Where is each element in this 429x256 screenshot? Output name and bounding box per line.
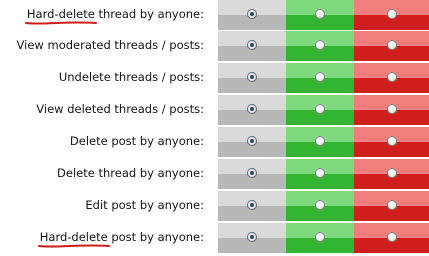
permission-row: Delete thread by anyone: xyxy=(0,159,429,189)
neutral-cell xyxy=(218,127,286,157)
neutral-radio[interactable] xyxy=(247,232,257,242)
deny-cell xyxy=(354,159,429,189)
allow-radio[interactable] xyxy=(315,136,325,146)
deny-cell xyxy=(354,127,429,157)
neutral-cell xyxy=(218,159,286,189)
deny-cell xyxy=(354,95,429,125)
allow-radio[interactable] xyxy=(315,232,325,242)
neutral-radio[interactable] xyxy=(247,40,257,50)
allow-radio[interactable] xyxy=(315,168,325,178)
deny-radio[interactable] xyxy=(386,136,397,146)
red-underline-annotation xyxy=(24,21,97,25)
permission-row: Hard-delete thread by anyone: xyxy=(0,0,429,30)
permission-text: Delete post by anyone: xyxy=(69,134,204,148)
permissions-grid: Hard-delete thread by anyone: View modera… xyxy=(0,0,429,256)
permission-label: Hard-delete thread by anyone: xyxy=(0,0,218,29)
neutral-radio[interactable] xyxy=(247,72,257,82)
allow-cell xyxy=(286,0,354,30)
permission-text: post by anyone: xyxy=(107,230,204,244)
allow-radio[interactable] xyxy=(315,9,325,19)
allow-cell xyxy=(286,223,354,253)
neutral-radio[interactable] xyxy=(247,9,257,19)
deny-cell xyxy=(354,63,429,93)
deny-radio[interactable] xyxy=(386,40,397,50)
permission-label: View deleted threads / posts: xyxy=(0,94,218,124)
deny-cell xyxy=(354,31,429,61)
neutral-cell xyxy=(218,191,286,221)
permission-label: View moderated threads / posts: xyxy=(0,30,218,60)
permission-text: View moderated threads / posts: xyxy=(16,38,204,52)
deny-radio[interactable] xyxy=(386,72,397,82)
permission-text: Edit post by anyone: xyxy=(85,198,204,212)
deny-radio[interactable] xyxy=(386,232,397,242)
permission-text: Delete thread by anyone: xyxy=(57,166,204,180)
neutral-cell xyxy=(218,63,286,93)
permission-row: Delete post by anyone: xyxy=(0,127,429,157)
neutral-radio[interactable] xyxy=(247,200,257,210)
highlighted-term: Hard-delete xyxy=(24,7,97,25)
neutral-cell xyxy=(218,31,286,61)
permission-label: Delete post by anyone: xyxy=(0,126,218,156)
allow-cell xyxy=(286,31,354,61)
permission-label: Hard-delete post by anyone: xyxy=(0,222,218,252)
deny-radio[interactable] xyxy=(386,9,397,19)
deny-cell xyxy=(354,0,429,30)
permission-text: thread by anyone: xyxy=(94,7,204,21)
deny-cell xyxy=(354,223,429,253)
allow-cell xyxy=(286,63,354,93)
neutral-cell xyxy=(218,0,286,30)
highlighted-term: Hard-delete xyxy=(37,230,110,248)
permission-text: View deleted threads / posts: xyxy=(36,102,204,116)
allow-radio[interactable] xyxy=(315,40,325,50)
allow-radio[interactable] xyxy=(315,104,325,114)
allow-cell xyxy=(286,159,354,189)
permission-row: View deleted threads / posts: xyxy=(0,95,429,125)
deny-radio[interactable] xyxy=(386,168,397,178)
permission-row: Edit post by anyone: xyxy=(0,191,429,221)
neutral-cell xyxy=(218,95,286,125)
deny-cell xyxy=(354,191,429,221)
deny-radio[interactable] xyxy=(386,104,397,114)
neutral-radio[interactable] xyxy=(247,168,257,178)
permission-row: View moderated threads / posts: xyxy=(0,31,429,61)
allow-cell xyxy=(286,127,354,157)
deny-radio[interactable] xyxy=(386,200,397,210)
allow-cell xyxy=(286,191,354,221)
neutral-radio[interactable] xyxy=(247,104,257,114)
permission-label: Delete thread by anyone: xyxy=(0,158,218,188)
permission-label: Edit post by anyone: xyxy=(0,190,218,220)
red-underline-annotation xyxy=(37,244,110,248)
allow-cell xyxy=(286,95,354,125)
permission-row: Hard-delete post by anyone: xyxy=(0,223,429,253)
permission-text: Undelete threads / posts: xyxy=(58,70,204,84)
permission-row: Undelete threads / posts: xyxy=(0,63,429,93)
neutral-cell xyxy=(218,223,286,253)
neutral-radio[interactable] xyxy=(247,136,257,146)
permission-label: Undelete threads / posts: xyxy=(0,62,218,92)
allow-radio[interactable] xyxy=(315,200,325,210)
allow-radio[interactable] xyxy=(315,72,325,82)
